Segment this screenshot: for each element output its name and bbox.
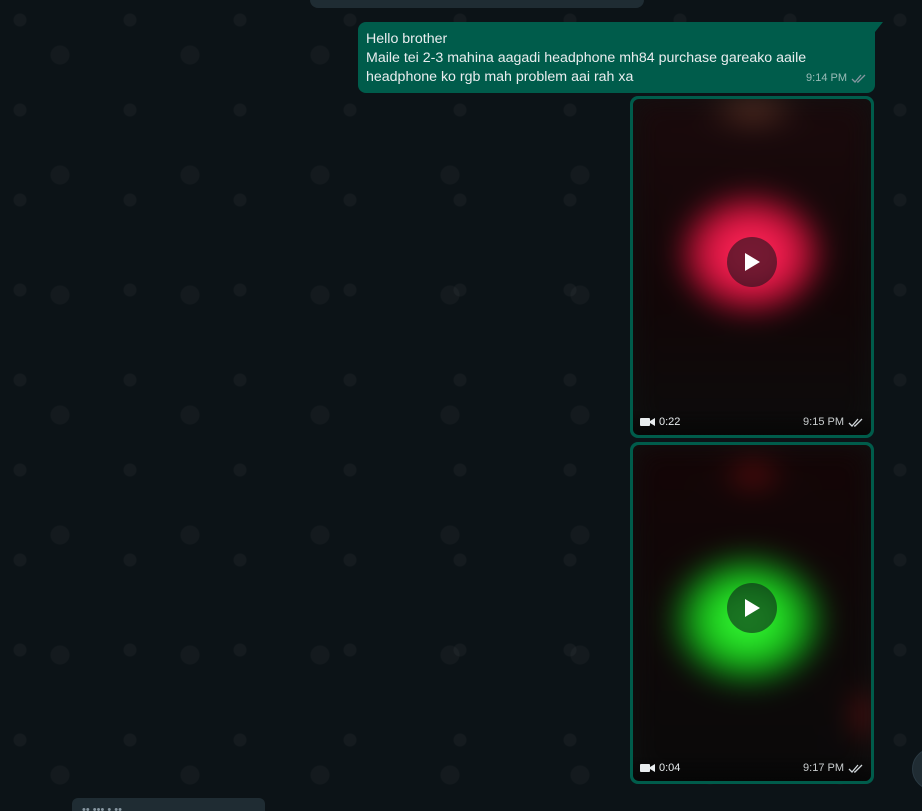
- message-line: headphone ko rgb mah problem aai rah xa: [366, 69, 634, 85]
- scroll-to-bottom-button[interactable]: [912, 748, 922, 790]
- play-button[interactable]: [727, 583, 777, 633]
- play-icon: [745, 253, 760, 271]
- video-camera-icon: [640, 418, 655, 426]
- video-duration: 0:22: [640, 416, 680, 428]
- video-duration: 0:04: [640, 762, 680, 774]
- message-meta: 9:14 PM: [806, 69, 867, 88]
- message-time: 9:15 PM: [803, 416, 844, 428]
- video-thumbnail[interactable]: 0:22 9:15 PM: [633, 99, 871, 435]
- message-time: 9:14 PM: [806, 72, 847, 84]
- message-meta: 9:15 PM: [803, 416, 864, 428]
- outgoing-text-message[interactable]: Hello brother Maile tei 2-3 mahina aagad…: [358, 22, 883, 93]
- duration-label: 0:22: [659, 416, 681, 428]
- partial-message-text: •• ••• • ••: [82, 804, 122, 811]
- outgoing-video-message[interactable]: 0:04 9:17 PM: [630, 442, 874, 784]
- double-check-icon: [848, 764, 863, 773]
- previous-message-edge: [310, 0, 644, 8]
- video-footer: 0:22 9:15 PM: [633, 409, 871, 435]
- message-line: Maile tei 2-3 mahina aagadi headphone mh…: [366, 50, 807, 66]
- video-camera-icon: [640, 764, 655, 772]
- video-footer: 0:04 9:17 PM: [633, 755, 871, 781]
- message-meta: 9:17 PM: [803, 762, 864, 774]
- video-thumbnail[interactable]: 0:04 9:17 PM: [633, 445, 871, 781]
- duration-label: 0:04: [659, 762, 681, 774]
- message-time: 9:17 PM: [803, 762, 844, 774]
- double-check-icon: [848, 418, 863, 427]
- incoming-message-edge: •• ••• • ••: [72, 798, 265, 811]
- double-check-icon: [851, 74, 866, 83]
- outgoing-video-message[interactable]: 0:22 9:15 PM: [630, 96, 874, 438]
- play-icon: [745, 599, 760, 617]
- chat-panel: Hello brother Maile tei 2-3 mahina aagad…: [0, 0, 922, 811]
- play-button[interactable]: [727, 237, 777, 287]
- message-line: Hello brother: [366, 31, 448, 47]
